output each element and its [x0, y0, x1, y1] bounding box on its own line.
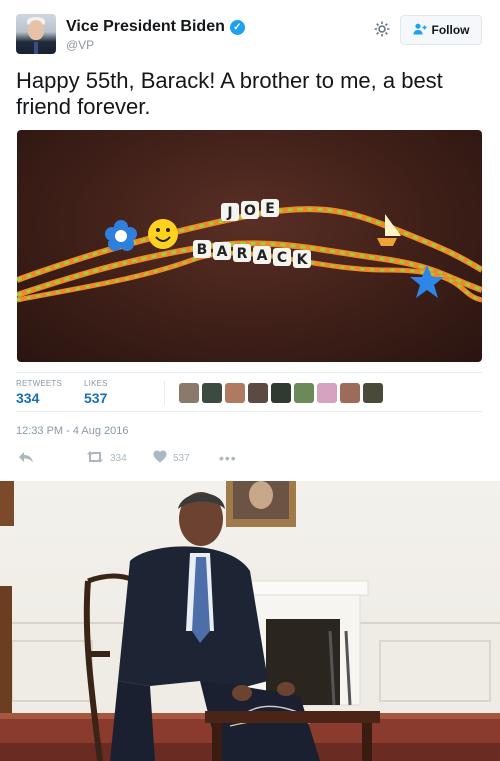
liker-avatar[interactable] — [179, 383, 199, 403]
heart-icon — [153, 450, 167, 466]
name-row: Vice President Biden ✓ — [66, 18, 245, 36]
bead-letter: J — [226, 205, 232, 221]
bead-letter: K — [297, 252, 309, 268]
more-button[interactable]: ••• — [219, 450, 237, 466]
retweet-button[interactable]: 334 — [86, 450, 127, 467]
likes-label: LIKES — [84, 379, 108, 388]
liker-avatar[interactable] — [294, 383, 314, 403]
liker-avatar[interactable] — [271, 383, 291, 403]
tweet-media-image[interactable]: J O E B A R A C K — [17, 130, 482, 362]
tweet-text: Happy 55th, Barack! A brother to me, a b… — [16, 68, 443, 119]
like-button[interactable]: 537 — [153, 450, 190, 466]
more-icon: ••• — [219, 450, 237, 466]
tweet-card: Vice President Biden ✓ @VP Follow Happy … — [0, 0, 500, 480]
likes-value: 537 — [84, 390, 108, 406]
tweet-stats: RETWEETS 334 LIKES 537 — [16, 372, 482, 412]
liker-avatar[interactable] — [202, 383, 222, 403]
retweets-label: RETWEETS — [16, 379, 63, 388]
follow-button[interactable]: Follow — [400, 15, 482, 45]
handle[interactable]: @VP — [66, 38, 94, 52]
follow-person-icon — [413, 23, 427, 38]
flower-bead — [105, 220, 137, 251]
retweet-count: 334 — [110, 453, 127, 464]
liker-avatars — [164, 381, 383, 405]
retweet-icon — [86, 450, 104, 467]
bead-letter: B — [197, 242, 208, 258]
display-name[interactable]: Vice President Biden — [66, 18, 225, 36]
liker-avatar[interactable] — [225, 383, 245, 403]
bead-letter: O — [244, 203, 256, 219]
verified-badge-icon: ✓ — [229, 19, 245, 35]
bead-letter: A — [217, 244, 228, 260]
like-count: 537 — [173, 452, 190, 464]
bead-letter: R — [237, 246, 248, 262]
gear-icon[interactable] — [372, 20, 392, 40]
smiley-bead — [148, 219, 178, 249]
likes-stat[interactable]: LIKES 537 — [84, 379, 108, 406]
liker-avatar[interactable] — [317, 383, 337, 403]
bead-letter: A — [257, 248, 268, 264]
liker-avatar[interactable] — [248, 383, 268, 403]
reply-icon — [18, 450, 34, 467]
liker-avatar[interactable] — [363, 383, 383, 403]
avatar[interactable] — [16, 14, 56, 54]
timestamp[interactable]: 12:33 PM - 4 Aug 2016 — [16, 425, 129, 437]
scene-photo — [0, 481, 500, 761]
joe-beads: J O E — [221, 199, 279, 221]
bead-letter: C — [277, 250, 287, 266]
reply-button[interactable] — [18, 450, 34, 467]
follow-label: Follow — [431, 23, 470, 37]
bead-letter: E — [265, 201, 275, 217]
tweet-actions: 334 537 ••• — [16, 450, 316, 466]
retweets-stat[interactable]: RETWEETS 334 — [16, 379, 62, 406]
retweets-value: 334 — [16, 390, 40, 406]
liker-avatar[interactable] — [340, 383, 360, 403]
